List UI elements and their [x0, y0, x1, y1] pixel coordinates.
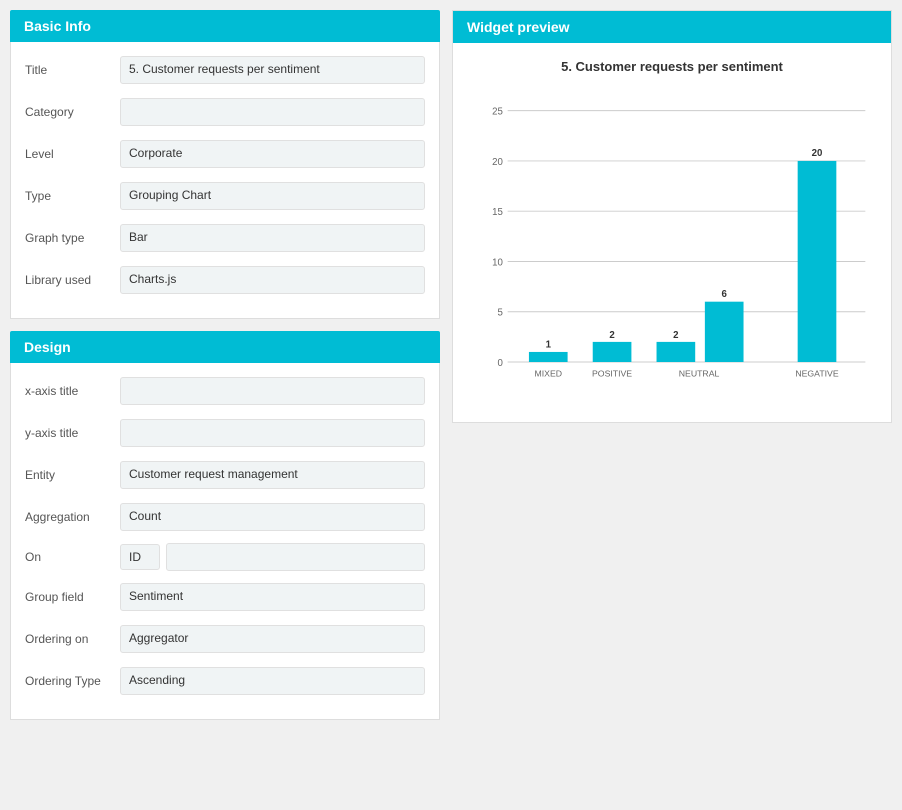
y-axis-label: y-axis title — [25, 426, 120, 440]
svg-text:15: 15 — [492, 207, 503, 218]
chart-svg: 0 5 10 15 20 25 1 MIXED — [469, 86, 875, 406]
category-row: Category — [25, 96, 425, 128]
graph-type-value[interactable]: Bar — [120, 224, 425, 252]
title-label: Title — [25, 63, 120, 77]
chart-title: 5. Customer requests per sentiment — [469, 59, 875, 74]
level-row: Level Corporate — [25, 138, 425, 170]
ordering-type-value[interactable]: Ascending — [120, 667, 425, 695]
on-input[interactable] — [166, 543, 425, 571]
svg-text:1: 1 — [546, 340, 552, 351]
ordering-on-row: Ordering on Aggregator — [25, 623, 425, 655]
svg-text:20: 20 — [812, 148, 823, 159]
ordering-on-label: Ordering on — [25, 632, 120, 646]
level-value[interactable]: Corporate — [120, 140, 425, 168]
design-header: Design — [10, 331, 440, 363]
svg-text:POSITIVE: POSITIVE — [592, 369, 632, 379]
entity-row: Entity Customer request management — [25, 459, 425, 491]
design-section: Design x-axis title y-axis title Entity … — [10, 331, 440, 720]
level-label: Level — [25, 147, 120, 161]
category-label: Category — [25, 105, 120, 119]
svg-text:2: 2 — [673, 330, 678, 341]
graph-type-label: Graph type — [25, 231, 120, 245]
on-row: On ID — [25, 543, 425, 571]
graph-type-row: Graph type Bar — [25, 222, 425, 254]
entity-value[interactable]: Customer request management — [120, 461, 425, 489]
widget-preview-header: Widget preview — [453, 11, 891, 43]
svg-text:20: 20 — [492, 157, 503, 168]
aggregation-label: Aggregation — [25, 510, 120, 524]
ordering-on-value[interactable]: Aggregator — [120, 625, 425, 653]
chart-area: 0 5 10 15 20 25 1 MIXED — [469, 86, 875, 406]
aggregation-row: Aggregation Count — [25, 501, 425, 533]
svg-text:NEUTRAL: NEUTRAL — [679, 369, 720, 379]
svg-text:10: 10 — [492, 257, 503, 268]
x-axis-label: x-axis title — [25, 384, 120, 398]
library-row: Library used Charts.js — [25, 264, 425, 296]
svg-text:2: 2 — [609, 330, 614, 341]
aggregation-value[interactable]: Count — [120, 503, 425, 531]
widget-preview-section: Widget preview 5. Customer requests per … — [452, 10, 892, 423]
left-panel: Basic Info Title 5. Customer requests pe… — [10, 10, 440, 800]
x-axis-row: x-axis title — [25, 375, 425, 407]
y-axis-row: y-axis title — [25, 417, 425, 449]
ordering-type-row: Ordering Type Ascending — [25, 665, 425, 697]
type-label: Type — [25, 189, 120, 203]
library-value[interactable]: Charts.js — [120, 266, 425, 294]
svg-text:NEGATIVE: NEGATIVE — [795, 369, 838, 379]
design-body: x-axis title y-axis title Entity Custome… — [10, 363, 440, 720]
entity-label: Entity — [25, 468, 120, 482]
type-row: Type Grouping Chart — [25, 180, 425, 212]
group-field-row: Group field Sentiment — [25, 581, 425, 613]
ordering-type-label: Ordering Type — [25, 674, 120, 688]
basic-info-body: Title 5. Customer requests per sentiment… — [10, 42, 440, 319]
y-axis-value[interactable] — [120, 419, 425, 447]
basic-info-section: Basic Info Title 5. Customer requests pe… — [10, 10, 440, 319]
on-tag: ID — [120, 544, 160, 570]
right-panel: Widget preview 5. Customer requests per … — [452, 10, 892, 800]
svg-text:0: 0 — [497, 358, 502, 369]
library-label: Library used — [25, 273, 120, 287]
svg-text:25: 25 — [492, 107, 503, 118]
type-value[interactable]: Grouping Chart — [120, 182, 425, 210]
title-row: Title 5. Customer requests per sentiment — [25, 54, 425, 86]
chart-container: 5. Customer requests per sentiment 0 — [453, 43, 891, 422]
svg-text:6: 6 — [722, 289, 728, 300]
svg-text:MIXED: MIXED — [535, 369, 563, 379]
basic-info-header: Basic Info — [10, 10, 440, 42]
on-label: On — [25, 550, 120, 564]
title-value[interactable]: 5. Customer requests per sentiment — [120, 56, 425, 84]
svg-text:5: 5 — [497, 308, 502, 319]
x-axis-value[interactable] — [120, 377, 425, 405]
group-field-value[interactable]: Sentiment — [120, 583, 425, 611]
category-value[interactable] — [120, 98, 425, 126]
group-field-label: Group field — [25, 590, 120, 604]
